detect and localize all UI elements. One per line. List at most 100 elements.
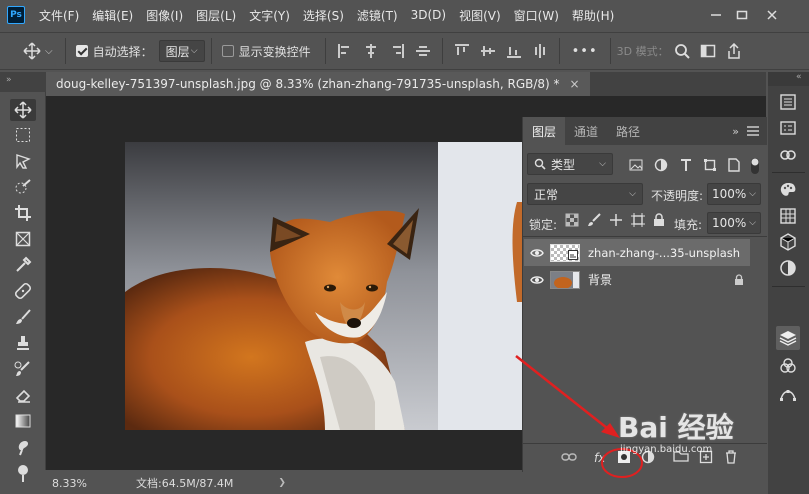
show-transform-checkbox[interactable] — [221, 45, 234, 57]
properties-panel-button[interactable] — [776, 116, 800, 140]
layers-panel-button[interactable] — [776, 326, 800, 350]
panel-menu-icon[interactable] — [747, 117, 759, 145]
menu-3d[interactable]: 3D(D) — [411, 8, 446, 22]
fill-value: 100% — [712, 216, 747, 230]
healing-brush-tool[interactable] — [10, 280, 36, 302]
collapse-panel-icon[interactable]: » — [732, 117, 739, 145]
menu-help[interactable]: 帮助(H) — [572, 7, 614, 24]
filter-type-button[interactable] — [676, 153, 696, 177]
more-options-button[interactable]: ••• — [572, 44, 598, 59]
channels-panel-button[interactable] — [776, 354, 800, 378]
paths-panel-button[interactable] — [776, 382, 800, 406]
search-button[interactable] — [672, 39, 692, 63]
canvas-image[interactable] — [125, 142, 522, 430]
menu-image[interactable]: 图像(I) — [146, 7, 183, 24]
visibility-toggle[interactable] — [524, 275, 550, 285]
align-center-h-button[interactable] — [361, 39, 381, 63]
frame-tool[interactable] — [10, 228, 36, 250]
close-window-button[interactable] — [756, 3, 788, 27]
visibility-toggle[interactable] — [524, 248, 550, 258]
tab-layers[interactable]: 图层 — [523, 117, 566, 145]
quick-select-tool[interactable] — [10, 176, 36, 198]
filter-toggle[interactable] — [750, 157, 762, 175]
smudge-tool[interactable] — [10, 436, 36, 458]
workspace-button[interactable] — [698, 39, 718, 63]
align-right-button[interactable] — [387, 39, 407, 63]
lock-all-button[interactable] — [653, 213, 669, 229]
menu-type[interactable]: 文字(Y) — [249, 7, 290, 24]
smart-object-badge-icon — [568, 249, 578, 260]
eraser-tool[interactable] — [10, 384, 36, 406]
zoom-level[interactable]: 8.33% — [52, 477, 122, 490]
filter-pixel-button[interactable] — [626, 153, 646, 177]
color-panel-button[interactable] — [776, 178, 800, 202]
filter-smart-object-button[interactable] — [724, 153, 744, 177]
auto-select-target-dropdown[interactable]: 图层 ⌵ — [158, 40, 205, 62]
layer-thumbnail[interactable] — [550, 270, 580, 289]
collapse-icon[interactable]: » — [6, 75, 12, 85]
gradient-tool[interactable] — [10, 410, 36, 432]
layer-filter-dropdown[interactable]: 类型 ⌵ — [527, 153, 613, 175]
history-brush-tool[interactable] — [10, 358, 36, 380]
tools-panel-header: » — [0, 72, 46, 92]
grid-icon — [780, 208, 796, 224]
gradients-panel-button[interactable] — [776, 256, 800, 280]
distribute-button[interactable] — [413, 39, 433, 63]
libraries-panel-button[interactable] — [776, 142, 800, 166]
clone-stamp-tool[interactable] — [10, 332, 36, 354]
filter-adjustment-button[interactable] — [651, 153, 671, 177]
history-panel-button[interactable] — [776, 90, 800, 114]
layer-name[interactable]: zhan-zhang-...35-unsplash — [588, 246, 740, 260]
blend-mode-dropdown[interactable]: 正常 ⌵ — [527, 183, 643, 205]
align-left-button[interactable] — [335, 39, 355, 63]
fill-field[interactable]: 100% ⌵ — [707, 212, 761, 234]
close-tab-icon[interactable]: × — [570, 77, 580, 91]
crop-tool[interactable] — [10, 202, 36, 224]
tab-channels[interactable]: 通道 — [565, 117, 607, 145]
collapse-icon[interactable]: « — [796, 72, 802, 82]
creative-cloud-icon — [780, 150, 796, 160]
adjustment-icon — [654, 158, 668, 172]
lock-transparent-button[interactable] — [565, 213, 581, 229]
3d-panel-button[interactable] — [776, 230, 800, 254]
lock-position-button[interactable] — [609, 213, 625, 229]
text-icon — [681, 159, 691, 171]
distribute-v-button[interactable] — [530, 39, 550, 63]
menu-filter[interactable]: 滤镜(T) — [357, 7, 398, 24]
brush-tool[interactable] — [10, 306, 36, 328]
marquee-tool[interactable] — [10, 124, 36, 146]
align-bottom-button[interactable] — [504, 39, 524, 63]
menu-select[interactable]: 选择(S) — [303, 7, 344, 24]
layer-row[interactable]: 背景 — [524, 266, 750, 293]
move-icon — [14, 101, 32, 119]
swatches-panel-button[interactable] — [776, 204, 800, 228]
share-button[interactable] — [724, 39, 744, 63]
filter-shape-button[interactable] — [700, 153, 720, 177]
move-tool[interactable] — [10, 99, 36, 121]
tab-paths[interactable]: 路径 — [607, 117, 649, 145]
move-tool-preset[interactable] — [22, 39, 42, 63]
status-menu-arrow[interactable]: ❯ — [278, 478, 286, 488]
align-middle-button[interactable] — [478, 39, 498, 63]
opacity-field[interactable]: 100% ⌵ — [707, 183, 761, 205]
lock-artboard-button[interactable] — [631, 213, 647, 229]
eyedropper-tool[interactable] — [10, 254, 36, 276]
maximize-button[interactable] — [726, 3, 758, 27]
lock-pixels-button[interactable] — [587, 213, 603, 229]
layer-row[interactable]: zhan-zhang-...35-unsplash — [524, 239, 750, 266]
menu-edit[interactable]: 编辑(E) — [92, 7, 133, 24]
dodge-tool[interactable] — [10, 462, 36, 484]
menu-layer[interactable]: 图层(L) — [196, 7, 236, 24]
menu-view[interactable]: 视图(V) — [459, 7, 501, 24]
chevron-down-icon[interactable]: ⌵ — [45, 46, 53, 57]
layer-name[interactable]: 背景 — [588, 271, 612, 288]
layer-thumbnail[interactable] — [550, 243, 580, 262]
menu-file[interactable]: 文件(F) — [39, 7, 79, 24]
document-tab[interactable]: doug-kelley-751397-unsplash.jpg @ 8.33% … — [46, 72, 590, 96]
align-top-button[interactable] — [452, 39, 472, 63]
history-brush-icon — [14, 361, 30, 376]
lasso-tool[interactable] — [10, 150, 36, 172]
menu-window[interactable]: 窗口(W) — [514, 7, 559, 24]
close-icon — [767, 10, 777, 20]
auto-select-checkbox[interactable] — [75, 45, 88, 57]
